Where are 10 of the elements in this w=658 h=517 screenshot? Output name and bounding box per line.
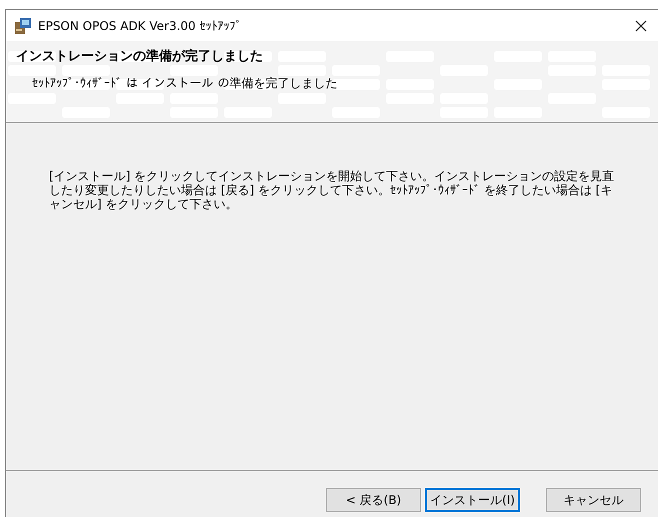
dialog-button[interactable]: < 戻る(B) <box>326 488 421 512</box>
dialog-button[interactable]: インストール(I) <box>425 488 520 512</box>
instruction-text: [インストール] をクリックしてインストレーションを開始して下さい。インストレーションの設定を見直したり変更したりしたい場合は [戻る] をクリックして下さい。ｾｯﾄｱｯﾌﾟ･ｳｨｻﾞｰﾄﾞ を終了したい場合は [キャンセル] をクリックして下さい。 <box>49 169 616 211</box>
header-title: インストレーションの準備が完了しました <box>16 48 264 66</box>
dialog-button[interactable]: キャンセル <box>546 488 641 512</box>
window-title: EPSON OPOS ADK Ver3.00 ｾｯﾄｱｯﾌﾟ <box>38 18 242 34</box>
header-subtitle: ｾｯﾄｱｯﾌﾟ･ｳｨｻﾞｰﾄﾞ は インストール の準備を完了しました <box>31 74 338 92</box>
close-icon <box>635 20 647 32</box>
installer-icon <box>14 16 32 34</box>
close-button[interactable] <box>634 18 648 32</box>
